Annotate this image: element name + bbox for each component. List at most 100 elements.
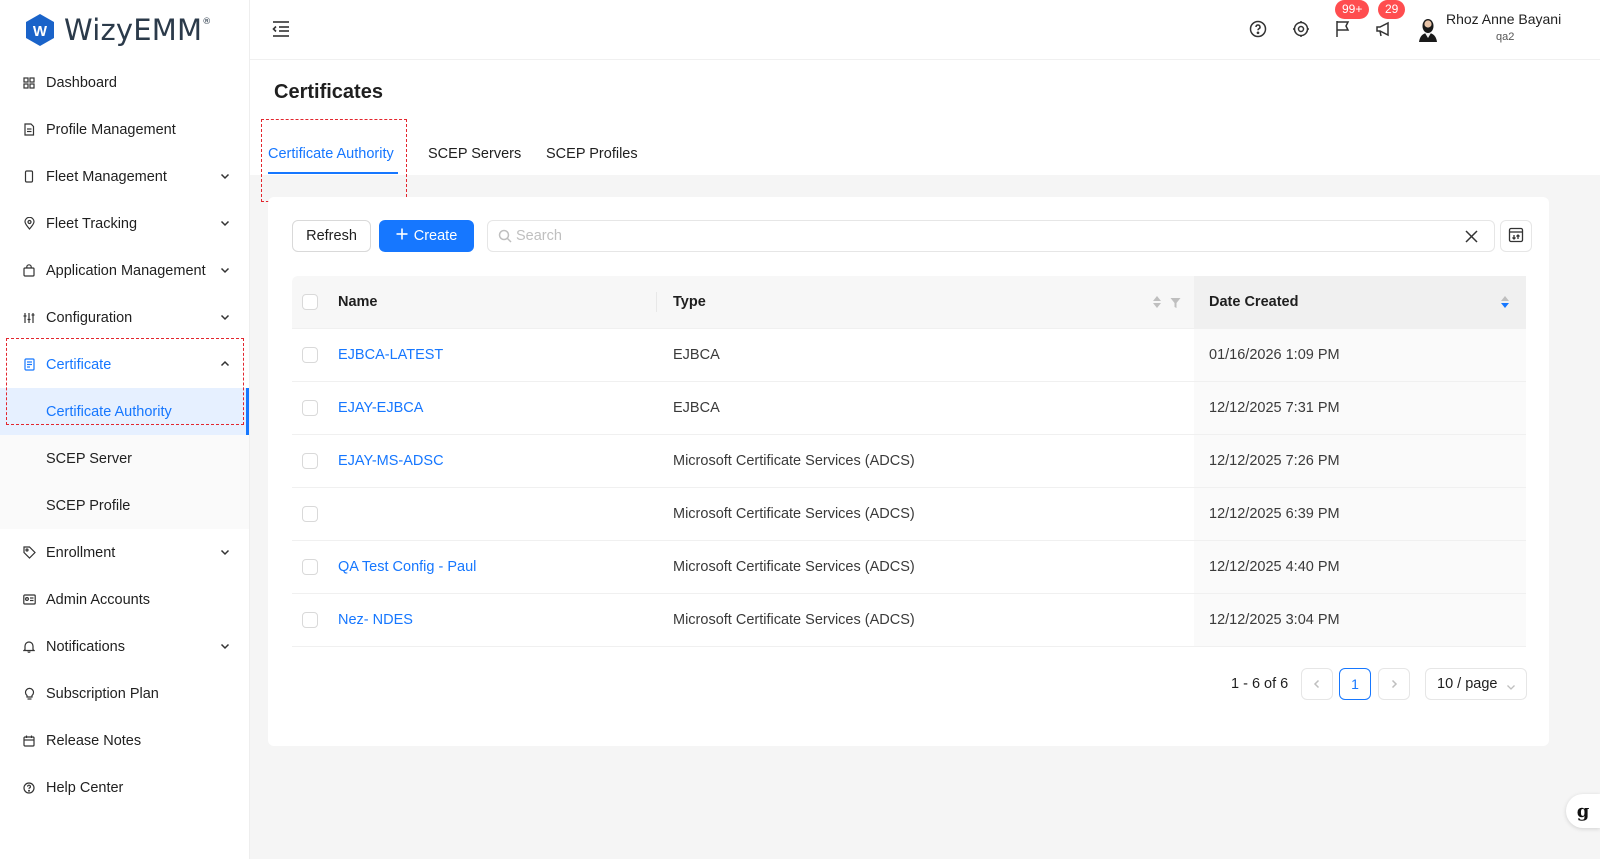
sidebar-item-profile-management[interactable]: Profile Management [0,106,249,153]
search-input[interactable] [516,221,1446,251]
row-checkbox[interactable] [302,453,318,469]
column-header-type[interactable]: Type [673,294,706,310]
wizy-logo-icon: W [24,13,56,47]
type-cell: Microsoft Certificate Services (ADCS) [673,559,915,575]
sidebar-item-application-management[interactable]: Application Management [0,247,249,294]
sidebar-item-label: Fleet Tracking [46,215,138,232]
chevron-down-icon [219,311,231,323]
chevron-up-icon [219,358,231,370]
row-checkbox[interactable] [302,347,318,363]
user-organization: qa2 [1496,31,1515,43]
refresh-button[interactable]: Refresh [292,220,371,252]
file-icon [22,123,36,137]
sidebar-item-label: Dashboard [46,74,117,91]
chevron-down-icon [219,640,231,652]
type-cell: EJBCA [673,347,720,363]
table-row[interactable]: EJBCA-LATEST EJBCA 01/16/2026 1:09 PM [292,329,1526,382]
column-header-date-created[interactable]: Date Created [1209,294,1298,310]
name-cell[interactable]: EJBCA-LATEST [338,347,443,363]
table-row[interactable]: EJAY-EJBCA EJBCA 12/12/2025 7:31 PM [292,382,1526,435]
tab-scep-profiles[interactable]: SCEP Profiles [546,146,638,162]
sidebar-item-subscription-plan[interactable]: Subscription Plan [0,670,249,717]
grammarly-widget[interactable]: g [1566,794,1600,828]
search-icon [498,229,512,243]
sidebar-item-label: Release Notes [46,732,142,749]
tab-certificate-authority[interactable]: Certificate Authority [268,146,394,162]
clear-search-icon[interactable] [1465,230,1478,243]
name-cell[interactable]: EJAY-EJBCA [338,400,423,416]
column-settings-button[interactable] [1500,220,1532,252]
date-created-cell: 01/16/2026 1:09 PM [1209,347,1340,363]
announcement-badge: 29 [1378,0,1406,19]
user-avatar[interactable] [1416,16,1440,42]
sidebar-item-release-notes[interactable]: Release Notes [0,717,249,764]
sidebar: W WizyEMM® Dashboard Profile Management Fl… [0,0,250,859]
page-size-value: 10 / page [1437,676,1498,692]
bell-icon [22,640,36,654]
table-row[interactable]: Microsoft Certificate Services (ADCS) 12/… [292,488,1526,541]
chevron-down-icon [219,217,231,229]
megaphone-icon[interactable] [1374,19,1394,39]
menu-collapse-icon[interactable] [270,18,292,40]
sidebar-item-admin-accounts[interactable]: Admin Accounts [0,576,249,623]
sidebar-item-notifications[interactable]: Notifications [0,623,249,670]
table-row[interactable]: Nez- NDES Microsoft Certificate Services … [292,594,1526,647]
calendar-icon [22,734,36,748]
previous-page-button[interactable] [1301,668,1333,700]
create-button[interactable]: Create [379,220,474,252]
logo[interactable]: W WizyEMM® [0,0,249,60]
table-body: EJBCA-LATEST EJBCA 01/16/2026 1:09 PM EJAY-… [292,329,1526,647]
sidebar-item-help-center[interactable]: Help Center [0,764,249,811]
row-checkbox[interactable] [302,400,318,416]
plus-icon [396,228,408,244]
sidebar-item-fleet-management[interactable]: Fleet Management [0,153,249,200]
column-header-name[interactable]: Name [338,294,378,310]
sidebar-item-configuration[interactable]: Configuration [0,294,249,341]
name-cell[interactable]: QA Test Config - Paul [338,559,476,575]
name-cell[interactable]: Nez- NDES [338,612,413,628]
sidebar-subitem-certificate-authority[interactable]: Certificate Authority [0,388,249,435]
settings-gear-icon[interactable] [1291,19,1311,39]
page-size-select[interactable]: 10 / page [1425,668,1527,700]
sidebar-subitem-scep-server[interactable]: SCEP Server [0,435,249,482]
row-checkbox[interactable] [302,506,318,522]
grammarly-letter: g [1576,800,1590,822]
sidebar-item-label: Notifications [46,638,125,655]
bag-icon [22,264,36,278]
create-label: Create [413,228,458,244]
sidebar-subitem-scep-profile[interactable]: SCEP Profile [0,482,249,529]
table-row[interactable]: EJAY-MS-ADSC Microsoft Certificate Servic… [292,435,1526,488]
page-header: Certificates Certificate Authority SCEP … [250,60,1600,175]
flag-icon[interactable] [1333,19,1353,39]
help-circle-icon[interactable] [1248,19,1268,39]
page-button-current[interactable]: 1 [1339,668,1371,700]
next-page-button[interactable] [1378,668,1410,700]
sidebar-item-enrollment[interactable]: Enrollment [0,529,249,576]
column-divider [656,292,657,312]
location-icon [22,217,36,231]
chevron-down-icon [219,546,231,558]
sort-icon[interactable] [1152,295,1162,312]
sidebar-nav: Dashboard Profile Management Fleet Managem… [0,59,249,811]
sidebar-item-certificate[interactable]: Certificate [0,341,249,388]
row-checkbox[interactable] [302,612,318,628]
chevron-down-icon [219,264,231,276]
name-cell[interactable]: EJAY-MS-ADSC [338,453,444,469]
dashboard-icon [22,76,36,90]
sidebar-item-label: Fleet Management [46,168,167,185]
type-cell: Microsoft Certificate Services (ADCS) [673,506,915,522]
row-checkbox[interactable] [302,559,318,575]
sidebar-item-dashboard[interactable]: Dashboard [0,59,249,106]
sidebar-item-label: Help Center [46,779,124,796]
sort-descending-icon[interactable] [1500,295,1510,312]
user-name[interactable]: Rhoz Anne Bayani [1446,11,1561,27]
sidebar-item-fleet-tracking[interactable]: Fleet Tracking [0,200,249,247]
search-box [487,220,1495,252]
select-all-checkbox[interactable] [302,294,318,310]
table-row[interactable]: QA Test Config - Paul Microsoft Certifica… [292,541,1526,594]
active-tab-indicator [268,172,398,174]
tab-scep-servers[interactable]: SCEP Servers [428,146,521,162]
phone-icon [22,170,36,184]
filter-icon[interactable] [1170,296,1181,312]
sidebar-item-label: Configuration [46,309,133,326]
